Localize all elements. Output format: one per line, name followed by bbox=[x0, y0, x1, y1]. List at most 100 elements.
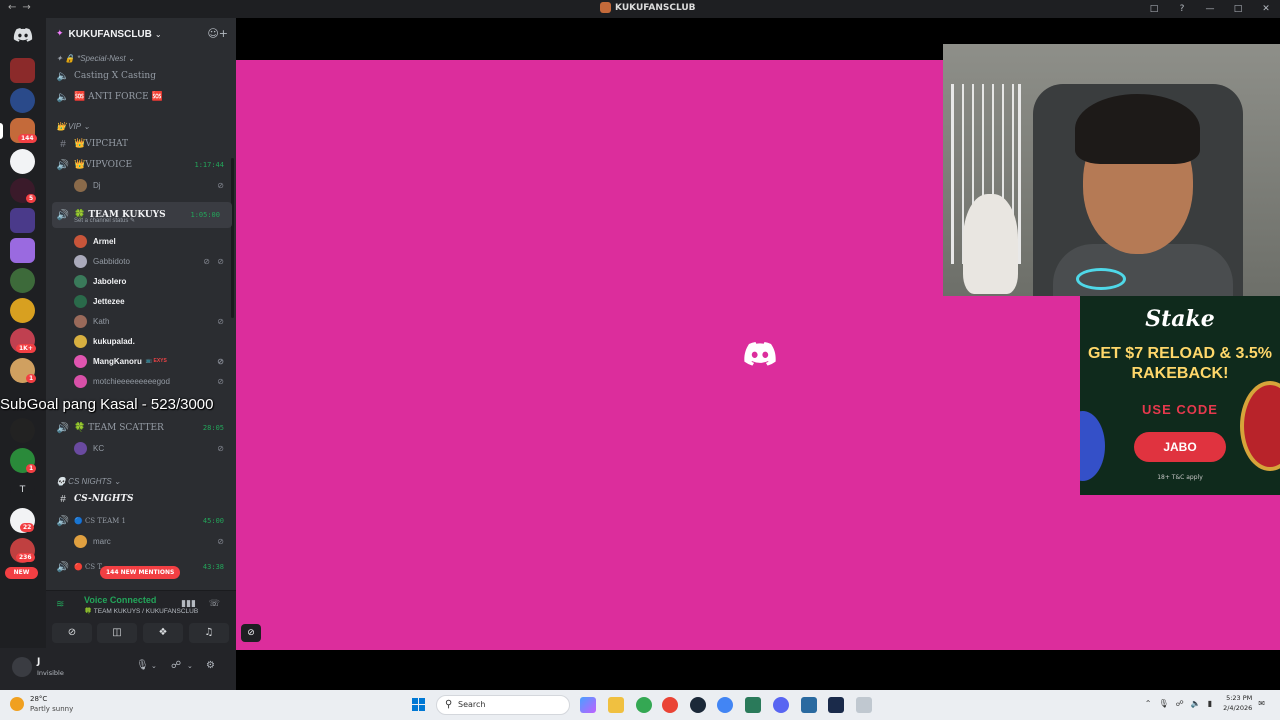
channel-casting[interactable]: 🔈 Casting X Casting bbox=[46, 67, 236, 85]
server-icon-8[interactable] bbox=[10, 268, 35, 293]
voice-user[interactable]: kukupalad. bbox=[46, 332, 236, 350]
chevron-down-icon[interactable]: ⌄ bbox=[151, 662, 157, 670]
channel-vipchat[interactable]: # 👑VIPCHAT bbox=[46, 135, 236, 153]
browser-icon[interactable] bbox=[717, 697, 733, 713]
discord-logo-icon bbox=[744, 342, 776, 366]
vscode-icon[interactable] bbox=[828, 697, 844, 713]
weather-widget[interactable]: 28°C Partly sunny bbox=[10, 694, 73, 714]
minimize-button[interactable]: — bbox=[1196, 4, 1224, 14]
start-button[interactable] bbox=[412, 698, 426, 712]
channel-label: 🔴 CS T bbox=[74, 563, 102, 571]
category-vip[interactable]: 👑 VIP ⌄ bbox=[46, 117, 236, 135]
voice-user[interactable]: Jettezee bbox=[46, 292, 236, 310]
server-header[interactable]: ✦ KUKUFANSCLUB ⌄ ☺+ bbox=[46, 18, 236, 50]
channel-cs-nights[interactable]: # CS-NIGHTS bbox=[46, 490, 236, 508]
taskbar-search[interactable]: ⚲ Search bbox=[436, 695, 570, 715]
noise-suppression-icon[interactable]: ▮▮▮ bbox=[181, 599, 196, 609]
notification-icon[interactable]: ✉ bbox=[1258, 699, 1265, 708]
server-icon-1[interactable] bbox=[10, 58, 35, 83]
server-icon-6[interactable] bbox=[10, 208, 35, 233]
snipping-tool-icon[interactable] bbox=[856, 697, 872, 713]
camera-off-button[interactable]: ⊘ bbox=[52, 623, 92, 643]
network-icon[interactable]: ☍ bbox=[1176, 699, 1184, 708]
activities-button[interactable]: ❖ bbox=[143, 623, 183, 643]
chevron-down-icon: ⌄ bbox=[83, 121, 91, 131]
voice-status[interactable]: Voice Connected bbox=[84, 595, 156, 605]
voice-user[interactable]: KC ⊘ bbox=[46, 439, 236, 457]
volume-icon[interactable]: 🔈 bbox=[1191, 699, 1201, 708]
muted-mic-icon[interactable]: ⊘ bbox=[241, 624, 261, 642]
voice-user[interactable]: Gabbidoto ⊘ ⊘ bbox=[46, 252, 236, 270]
mic-tray-icon[interactable]: 🎙 bbox=[1158, 699, 1168, 708]
speaker-icon: 🔊 bbox=[56, 159, 70, 171]
chrome-icon[interactable] bbox=[636, 697, 652, 713]
app-icon[interactable] bbox=[745, 697, 761, 713]
steam-icon[interactable] bbox=[690, 697, 706, 713]
muted-icon: ⊘ bbox=[217, 376, 224, 386]
server-icon-t[interactable]: T bbox=[10, 478, 35, 503]
screen-share-button[interactable]: ◫ bbox=[97, 623, 137, 643]
voice-user[interactable]: marc ⊘ bbox=[46, 532, 236, 550]
headphones-icon[interactable]: ☍ bbox=[171, 660, 181, 671]
channel-cs-team-1[interactable]: 🔊 🔵 CS TEAM 1 45:00 bbox=[46, 512, 236, 530]
category-special-nest[interactable]: ✦ 🔒 *Special-Nest ⌄ bbox=[46, 49, 236, 67]
gear-icon[interactable]: ⚙ bbox=[206, 660, 215, 671]
user-status: Invisible bbox=[37, 669, 64, 677]
copilot-icon[interactable] bbox=[580, 697, 596, 713]
maximize-button[interactable]: □ bbox=[1224, 4, 1252, 14]
invite-people-icon[interactable]: ☺+ bbox=[207, 27, 228, 40]
channel-status[interactable]: Set a channel status ✎ bbox=[74, 217, 135, 224]
channel-anti-force[interactable]: 🔈 🆘 ANTI FORCE 🆘 bbox=[46, 88, 236, 106]
tray-chevron-icon[interactable]: ⌃ bbox=[1145, 699, 1152, 708]
back-forward-icons[interactable]: ←→ bbox=[8, 2, 37, 13]
category-cs-nights[interactable]: 💀 CS NIGHTS ⌄ bbox=[46, 472, 236, 490]
voice-user[interactable]: MangKanoru 📺 EXYS ⊘ bbox=[46, 352, 236, 370]
server-icon-4[interactable] bbox=[10, 149, 35, 174]
disconnect-icon[interactable]: ☏ bbox=[209, 599, 220, 609]
voice-user[interactable]: Armel bbox=[46, 232, 236, 250]
system-tray: ⌃ 🎙 ☍ 🔈 ▮ 5:23 PM 2/4/2026 ✉ bbox=[1145, 693, 1272, 713]
title-bar: ←→ KUKUFANSCLUB □ ? — □ ✕ bbox=[0, 0, 1280, 18]
inbox-icon[interactable]: □ bbox=[1140, 4, 1168, 14]
voice-panel: ≋ Voice Connected 🍀 TEAM KUKUYS / KUKUFA… bbox=[46, 590, 236, 648]
clock[interactable]: 5:23 PM 2/4/2026 bbox=[1223, 693, 1252, 713]
voice-timer: 1:17:44 bbox=[194, 161, 224, 169]
channel-team-kukuys[interactable]: 🔊 🍀 TEAM KUKUYS 1:05:00 Set a channel statu… bbox=[52, 202, 232, 228]
discord-taskbar-icon[interactable] bbox=[773, 697, 789, 713]
server-rail: 144 5 1K+ 1 1 T 22 236 NEW bbox=[0, 18, 46, 690]
server-icon-12[interactable] bbox=[10, 418, 35, 443]
server-icon-7[interactable] bbox=[10, 238, 35, 263]
user-name: MangKanoru bbox=[93, 356, 142, 366]
channel-label: 🔵 CS TEAM 1 bbox=[74, 517, 126, 525]
muted-icon: ⊘ bbox=[217, 356, 224, 366]
microphone-icon[interactable]: 🎙 bbox=[136, 660, 149, 671]
notepad-icon[interactable] bbox=[801, 697, 817, 713]
webcam-dog bbox=[963, 194, 1018, 294]
chrome-profile-icon[interactable] bbox=[662, 697, 678, 713]
channel-team-scatter[interactable]: 🔊 🍀 TEAM SCATTER 28:05 bbox=[46, 419, 236, 437]
discord-home-icon[interactable] bbox=[13, 28, 33, 42]
new-unreads-pill[interactable]: NEW bbox=[5, 567, 38, 579]
help-icon[interactable]: ? bbox=[1168, 4, 1196, 14]
server-icon-2[interactable] bbox=[10, 88, 35, 113]
voice-timer: 45:00 bbox=[202, 517, 224, 525]
close-button[interactable]: ✕ bbox=[1252, 4, 1280, 14]
file-explorer-icon[interactable] bbox=[608, 697, 624, 713]
voice-user[interactable]: motchieeeeeeeeegod ⊘ bbox=[46, 372, 236, 390]
subgoal-overlay: SubGoal pang Kasal - 523/3000 bbox=[0, 396, 214, 413]
new-mentions-pill[interactable]: 144 NEW MENTIONS bbox=[100, 566, 181, 579]
speaker-icon: 🔊 bbox=[56, 515, 70, 527]
battery-icon[interactable]: ▮ bbox=[1208, 699, 1212, 708]
voice-user[interactable]: Kath ⊘ bbox=[46, 312, 236, 330]
avatar[interactable] bbox=[12, 657, 32, 677]
signal-icon[interactable]: ≋ bbox=[56, 599, 64, 610]
voice-user[interactable]: Dj ⊘ bbox=[46, 176, 236, 194]
voice-user[interactable]: Jabolero bbox=[46, 272, 236, 290]
avatar bbox=[74, 334, 87, 348]
webcam-speaker-ring bbox=[1076, 268, 1126, 290]
chevron-down-icon[interactable]: ⌄ bbox=[187, 662, 193, 670]
channel-vipvoice[interactable]: 🔊 👑VIPVOICE 1:17:44 bbox=[46, 156, 236, 174]
server-icon-9[interactable] bbox=[10, 298, 35, 323]
avatar bbox=[74, 234, 87, 248]
soundboard-button[interactable]: ♫ bbox=[189, 623, 229, 643]
